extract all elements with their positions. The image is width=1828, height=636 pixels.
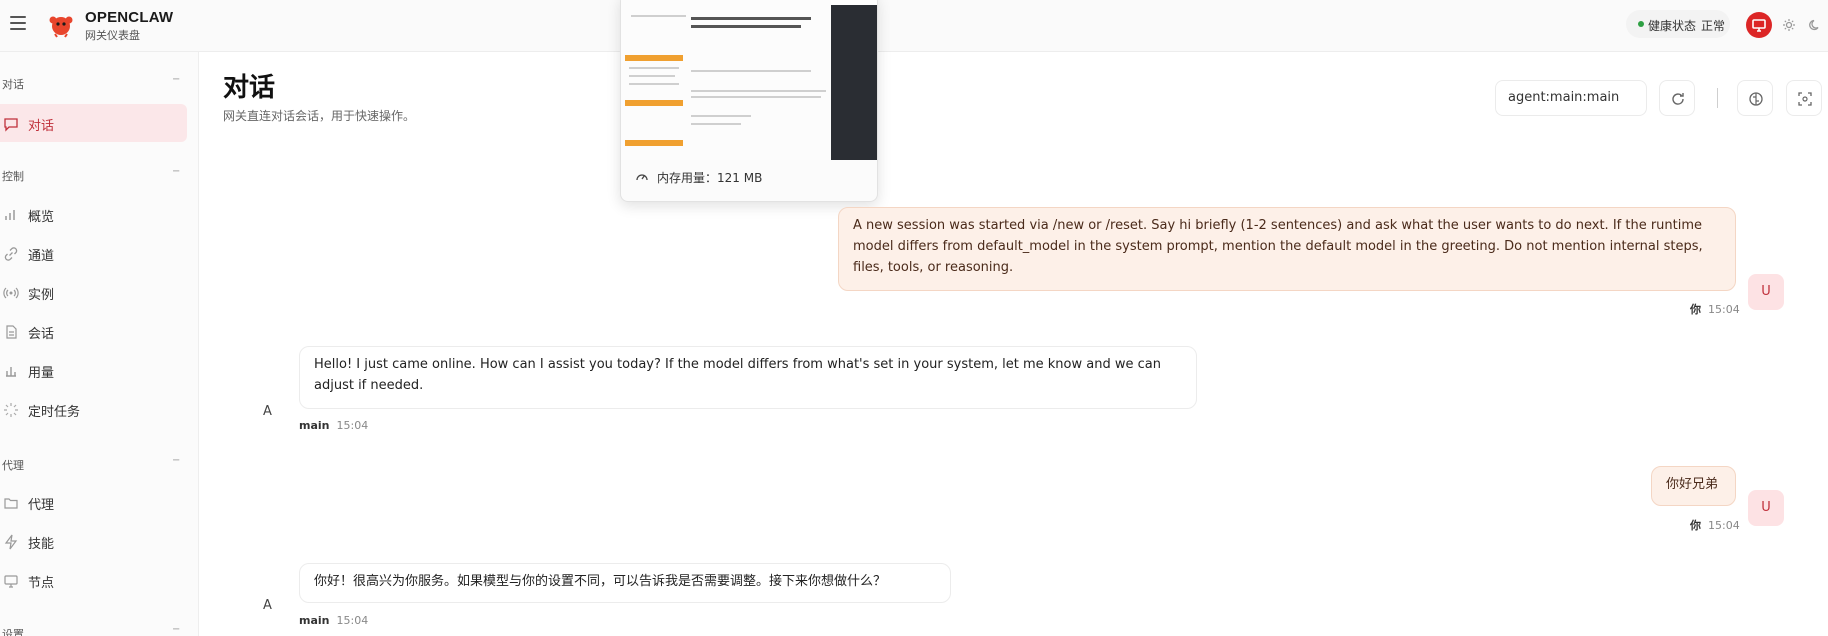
thinking-toggle-button[interactable] xyxy=(1737,80,1773,116)
focus-mode-button[interactable] xyxy=(1786,80,1822,116)
monitor-icon[interactable] xyxy=(1746,12,1772,38)
message-sender: 你 xyxy=(1690,519,1701,532)
sidebar-item-agents[interactable]: 代理 xyxy=(0,483,187,521)
sidebar-item-label: 定时任务 xyxy=(28,405,81,420)
lobster-logo-icon xyxy=(49,16,73,38)
section-title-control: 控制 xyxy=(2,170,24,183)
page-subtitle: 网关直连对话会话，用于快速操作。 xyxy=(223,109,416,123)
file-icon xyxy=(6,325,17,339)
link-icon xyxy=(4,247,18,261)
sidebar-item-label: 对话 xyxy=(28,119,55,134)
divider xyxy=(1717,88,1718,108)
avatar: A xyxy=(263,598,272,613)
collapse-icon[interactable]: − xyxy=(172,455,180,466)
message-time: 15:04 xyxy=(1708,519,1740,532)
refresh-icon xyxy=(1672,93,1684,105)
refresh-button[interactable] xyxy=(1659,80,1695,116)
moon-icon[interactable] xyxy=(1802,12,1828,38)
collapse-icon[interactable]: − xyxy=(172,74,180,85)
assistant-message-bubble: 你好！很高兴为你服务。如果模型与你的设置不同，可以告诉我是否需要调整。接下来你想… xyxy=(299,563,951,603)
sidebar-item-nodes[interactable]: 节点 xyxy=(0,561,187,599)
assistant-message-bubble: Hello! I just came online. How can I ass… xyxy=(299,346,1197,409)
section-title-chat: 对话 xyxy=(2,78,24,91)
message-meta: 你 15:04 xyxy=(1690,301,1740,317)
message-sender: 你 xyxy=(1690,303,1701,316)
bar-chart-icon xyxy=(6,367,16,377)
collapse-icon[interactable]: − xyxy=(172,624,180,635)
sidebar-item-label: 用量 xyxy=(28,366,55,381)
section-title-agent: 代理 xyxy=(2,459,24,472)
message-time: 15:04 xyxy=(1708,303,1740,316)
sidebar-item-chat[interactable]: 对话 xyxy=(0,104,187,142)
sidebar-item-cron[interactable]: 定时任务 xyxy=(0,390,187,428)
brand-title: OPENCLAW xyxy=(85,9,174,26)
tab-preview-popup: 内存用量：121 MB xyxy=(620,0,878,202)
message-meta: main 15:04 xyxy=(299,614,368,627)
session-key-input[interactable]: agent:main:main xyxy=(1495,80,1647,116)
monitor-icon xyxy=(4,575,18,588)
message-meta: main 15:04 xyxy=(299,419,368,432)
zap-icon xyxy=(4,534,18,550)
sidebar-item-label: 实例 xyxy=(28,288,55,303)
status-dot-icon xyxy=(1638,21,1644,27)
message-time: 15:04 xyxy=(336,419,369,432)
message-meta: 你 15:04 xyxy=(1690,517,1740,533)
sidebar-item-label: 代理 xyxy=(28,498,55,513)
message-sender: main xyxy=(299,614,330,627)
sidebar-item-instances[interactable]: 实例 xyxy=(0,273,187,311)
page-thumbnail xyxy=(621,0,877,160)
section-title-settings: 设置 xyxy=(2,628,24,636)
message-time: 15:04 xyxy=(336,614,369,627)
page-title: 对话 xyxy=(223,73,276,103)
sidebar-item-sessions[interactable]: 会话 xyxy=(0,312,187,350)
memory-usage-label: 内存用量：121 MB xyxy=(657,171,763,185)
sidebar-item-label: 通道 xyxy=(28,249,55,264)
menu-icon[interactable] xyxy=(10,16,26,30)
sidebar-item-overview[interactable]: 概览 xyxy=(0,195,187,233)
brand-subtitle: 网关仪表盘 xyxy=(85,29,140,42)
avatar: A xyxy=(263,404,272,419)
sidebar: 对话 − 对话 控制 − 概览 通道 实例 会话 用量 定时任务 代理 − 代理… xyxy=(0,52,199,636)
gauge-icon xyxy=(636,174,648,181)
health-value: 正常 xyxy=(1701,19,1726,33)
broadcast-icon xyxy=(3,287,19,299)
sidebar-item-channels[interactable]: 通道 xyxy=(0,234,187,272)
avatar: U xyxy=(1748,490,1784,526)
collapse-icon[interactable]: − xyxy=(172,166,180,177)
sidebar-item-usage[interactable]: 用量 xyxy=(0,351,187,389)
sidebar-item-label: 概览 xyxy=(28,210,55,225)
user-message-bubble: 你好兄弟 xyxy=(1651,466,1736,506)
sidebar-item-skills[interactable]: 技能 xyxy=(0,522,187,560)
top-bar: OPENCLAW 网关仪表盘 健康状态 正常 xyxy=(0,0,1828,52)
chat-icon xyxy=(4,118,18,132)
message-sender: main xyxy=(299,419,330,432)
focus-icon xyxy=(1798,92,1812,106)
health-status-pill: 健康状态 正常 xyxy=(1626,10,1730,38)
bar-chart-icon xyxy=(5,210,15,220)
health-label: 健康状态 xyxy=(1648,19,1697,33)
sidebar-item-label: 节点 xyxy=(28,576,55,591)
loader-icon xyxy=(4,403,18,417)
folder-icon xyxy=(4,498,18,509)
sidebar-item-label: 会话 xyxy=(28,327,55,342)
avatar: U xyxy=(1748,274,1784,310)
sun-icon[interactable] xyxy=(1776,12,1802,38)
user-message-bubble: A new session was started via /new or /r… xyxy=(838,207,1736,291)
brain-icon xyxy=(1749,92,1763,106)
sidebar-item-label: 技能 xyxy=(28,537,55,552)
